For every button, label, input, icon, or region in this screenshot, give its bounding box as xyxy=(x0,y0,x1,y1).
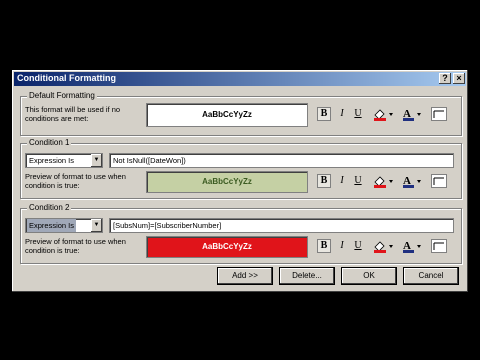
default-formatting-group: Default Formatting This format will be u… xyxy=(20,91,462,136)
special-effect-icon[interactable] xyxy=(431,107,447,123)
font-color-icon[interactable]: A xyxy=(401,107,423,123)
default-formatting-legend: Default Formatting xyxy=(27,91,97,100)
condition-1-preview-label: Preview of format to use when condition … xyxy=(25,172,126,190)
condition-1-expression-input[interactable]: Not IsNull([DateWon]) xyxy=(109,153,454,168)
condition-2-legend: Condition 2 xyxy=(27,203,72,212)
ok-button[interactable]: OK xyxy=(342,268,396,284)
condition-2-group: Condition 2 Expression Is ▼ [SubsNum]=[S… xyxy=(20,203,462,264)
italic-button[interactable]: I xyxy=(335,239,349,253)
default-format-description: This format will be used if no condition… xyxy=(25,105,121,123)
special-effect-icon[interactable] xyxy=(431,174,447,190)
condition-1-legend: Condition 1 xyxy=(27,138,72,147)
condition-1-group: Condition 1 Expression Is ▼ Not IsNull([… xyxy=(20,138,462,199)
condition-1-format-preview: AaBbCcYyZz xyxy=(146,171,308,193)
condition-2-format-preview: AaBbCcYyZz xyxy=(146,236,308,258)
fill-color-icon[interactable] xyxy=(372,174,394,190)
chevron-down-icon[interactable]: ▼ xyxy=(91,154,102,167)
italic-button[interactable]: I xyxy=(335,174,349,188)
underline-button[interactable]: U xyxy=(351,174,365,188)
delete-button[interactable]: Delete... xyxy=(280,268,334,284)
chevron-down-icon[interactable]: ▼ xyxy=(91,219,102,232)
close-button[interactable]: × xyxy=(453,73,465,84)
italic-button[interactable]: I xyxy=(335,107,349,121)
condition-1-type-value: Expression Is xyxy=(29,156,75,165)
underline-button[interactable]: U xyxy=(351,107,365,121)
condition-2-expression-input[interactable]: [SubsNum]=[SubscriberNumber] xyxy=(109,218,454,233)
help-button[interactable]: ? xyxy=(439,73,451,84)
dialog-title: Conditional Formatting xyxy=(17,73,116,83)
condition-1-type-select[interactable]: Expression Is ▼ xyxy=(25,153,103,168)
add-button[interactable]: Add >> xyxy=(218,268,272,284)
condition-2-preview-label: Preview of format to use when condition … xyxy=(25,237,126,255)
condition-2-type-value: Expression Is xyxy=(27,219,77,232)
fill-color-icon[interactable] xyxy=(372,239,394,255)
condition-2-type-select[interactable]: Expression Is ▼ xyxy=(25,218,103,233)
underline-button[interactable]: U xyxy=(351,239,365,253)
bold-button[interactable]: B xyxy=(317,107,331,121)
cancel-button[interactable]: Cancel xyxy=(404,268,458,284)
default-format-preview: AaBbCcYyZz xyxy=(146,103,308,127)
bold-button[interactable]: B xyxy=(317,239,331,253)
font-color-icon[interactable]: A xyxy=(401,174,423,190)
bold-button[interactable]: B xyxy=(317,174,331,188)
font-color-icon[interactable]: A xyxy=(401,239,423,255)
conditional-formatting-dialog: Conditional Formatting ? × Default Forma… xyxy=(12,70,468,292)
fill-color-icon[interactable] xyxy=(372,107,394,123)
title-bar: Conditional Formatting ? × xyxy=(14,72,466,86)
special-effect-icon[interactable] xyxy=(431,239,447,255)
